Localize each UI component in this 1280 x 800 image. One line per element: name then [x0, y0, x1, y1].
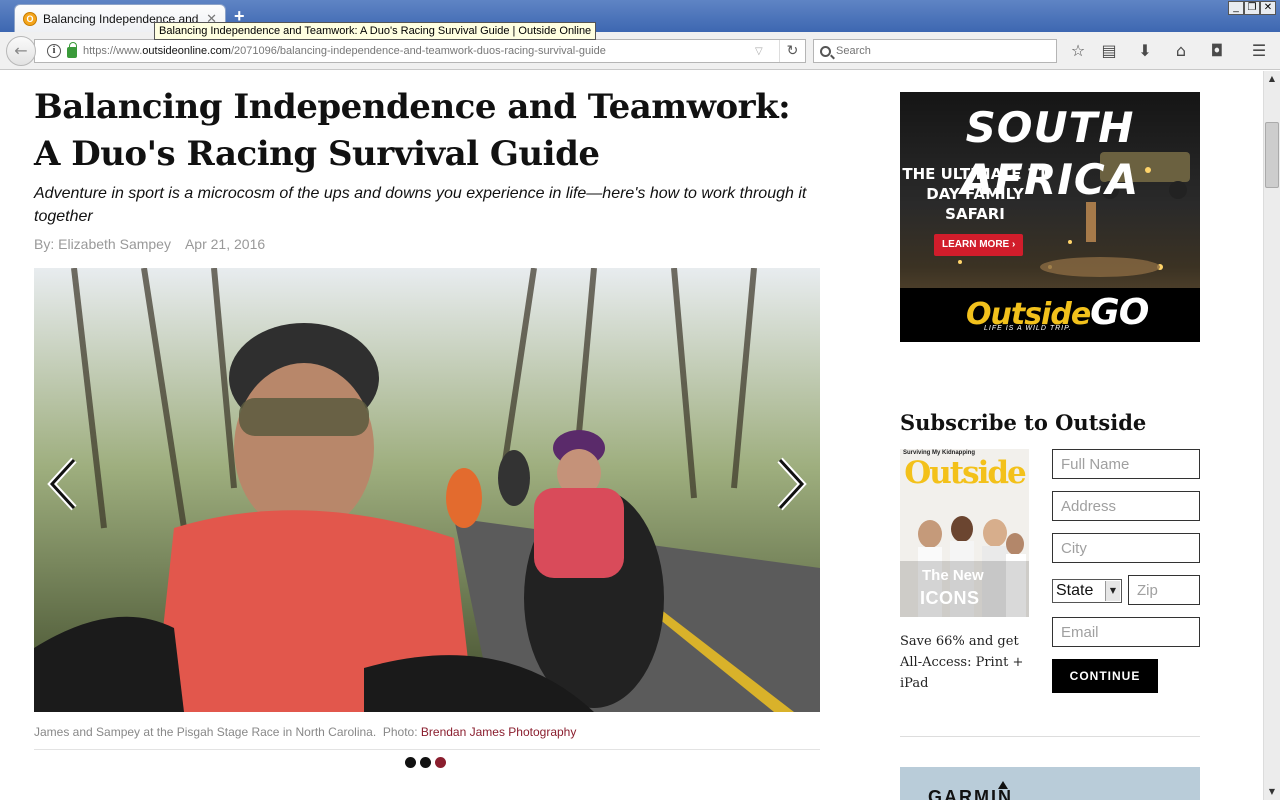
cover-line-2: ICONS	[920, 588, 980, 608]
article-dek: Adventure in sport is a microcosm of the…	[34, 185, 807, 225]
city-field[interactable]	[1052, 533, 1200, 563]
reload-icon[interactable]: ↻	[779, 40, 805, 62]
reading-list-icon[interactable]: ▤	[1098, 40, 1120, 62]
url-text[interactable]: https://www.outsideonline.com/2071096/ba…	[83, 45, 749, 57]
back-button[interactable]: ←	[6, 36, 36, 66]
slideshow-next-icon[interactable]	[770, 454, 810, 514]
state-select[interactable]: State ▼	[1052, 579, 1122, 603]
secure-lock-icon	[67, 42, 77, 58]
scroll-thumb[interactable]	[1265, 122, 1279, 188]
window-close-icon[interactable]: ✕	[1260, 1, 1276, 15]
author[interactable]: By: Elizabeth Sampey	[34, 236, 171, 252]
chevron-down-icon: ▼	[1105, 581, 1120, 601]
restore-icon[interactable]: ❐	[1244, 1, 1260, 15]
scroll-up-icon[interactable]: ▲	[1264, 71, 1280, 87]
download-icon[interactable]: ⬇	[1134, 40, 1156, 62]
subscribe-title: Subscribe to Outside	[900, 410, 1147, 435]
bookmark-star-icon[interactable]: ☆	[1067, 40, 1089, 62]
garmin-logo: GARMIN	[928, 787, 1013, 800]
scroll-down-icon[interactable]: ▼	[1264, 784, 1280, 800]
slide-dot-3[interactable]	[435, 757, 446, 768]
menu-icon[interactable]: ☰	[1248, 40, 1270, 62]
tab-tooltip: Balancing Independence and Teamwork: A D…	[154, 22, 597, 40]
continue-button[interactable]: CONTINUE	[1052, 659, 1158, 693]
url-dropdown-icon[interactable]: ▽	[755, 46, 773, 57]
hero-slideshow[interactable]	[34, 268, 820, 712]
zip-field[interactable]	[1128, 575, 1200, 605]
search-icon	[820, 45, 831, 57]
garmin-ad[interactable]: GARMIN	[900, 767, 1200, 800]
slideshow-prev-icon[interactable]	[44, 454, 84, 514]
cover-line-1: The New	[922, 567, 984, 584]
photo-caption: James and Sampey at the Pisgah Stage Rac…	[34, 725, 577, 739]
sidebar-divider	[900, 736, 1200, 737]
outside-favicon-icon: O	[23, 11, 37, 26]
slide-dot-1[interactable]	[405, 757, 416, 768]
magazine-cover[interactable]: Surviving My Kidnapping Outside The New …	[900, 449, 1029, 617]
ad-tagline: LIFE IS A WILD TRIP.	[984, 325, 1072, 332]
divider	[34, 749, 820, 750]
url-bar[interactable]: i https://www.outsideonline.com/2071096/…	[34, 39, 806, 63]
cover-masthead: Outside	[904, 455, 1027, 491]
email-field[interactable]	[1052, 617, 1200, 647]
state-select-value: State	[1056, 582, 1094, 599]
subscribe-offer: Save 66% and get All-Access: Print + iPa…	[900, 634, 1024, 691]
ad-learn-more-button[interactable]: LEARN MORE ›	[934, 234, 1024, 256]
south-africa-ad[interactable]: SOUTH AFRICA THE ULTIMATE 11 DAY FAMILY …	[900, 92, 1200, 342]
search-bar[interactable]	[813, 39, 1057, 63]
publish-date: Apr 21, 2016	[184, 236, 266, 252]
home-icon[interactable]: ⌂	[1170, 40, 1192, 62]
slide-dot-2[interactable]	[420, 757, 431, 768]
address-field[interactable]	[1052, 491, 1200, 521]
article-headline: Balancing Independence and Teamwork: A D…	[34, 87, 791, 174]
photo-credit-link[interactable]: Brendan James Photography	[421, 725, 576, 739]
article-byline: By: Elizabeth Sampey Apr 21, 2016	[34, 236, 265, 252]
search-input[interactable]	[836, 45, 1036, 57]
site-info-icon[interactable]: i	[47, 44, 61, 58]
pocket-icon[interactable]: ◘	[1206, 40, 1228, 62]
ad-subtitle: THE ULTIMATE 11 DAY FAMILY SAFARI	[902, 165, 1048, 223]
slideshow-dots	[405, 757, 446, 768]
minimize-icon[interactable]: _	[1228, 1, 1244, 15]
full-name-field[interactable]	[1052, 449, 1200, 479]
hero-photo	[34, 268, 820, 712]
